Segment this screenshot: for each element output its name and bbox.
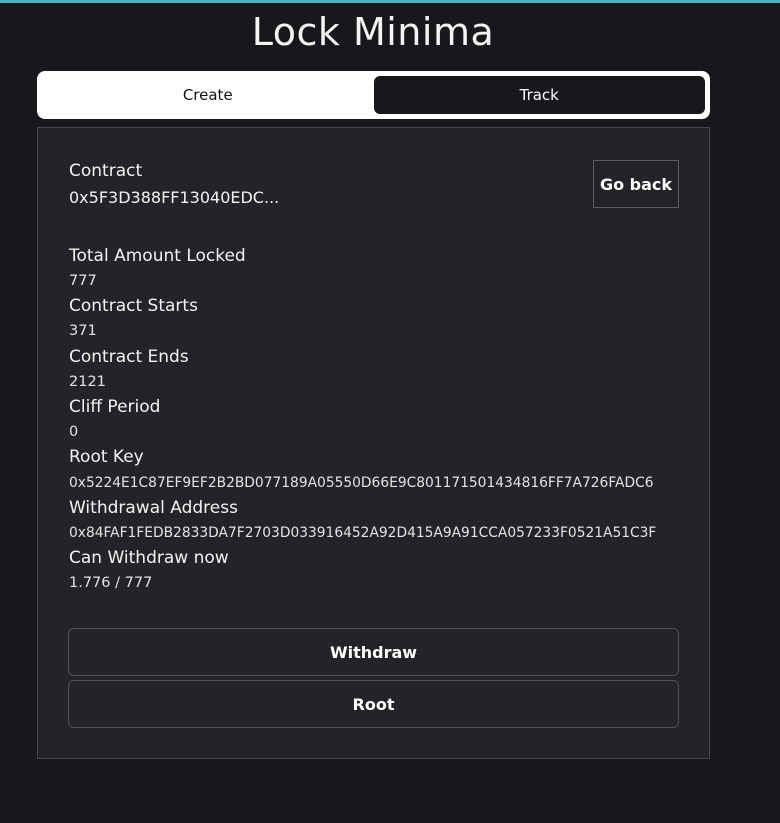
tab-create[interactable]: Create bbox=[42, 76, 374, 114]
root-key-value: 0x5224E1C87EF9EF2B2BD077189A05550D66E9C8… bbox=[69, 475, 654, 491]
contract-starts-label: Contract Starts bbox=[69, 296, 198, 316]
withdraw-button[interactable]: Withdraw bbox=[68, 628, 679, 676]
cliff-period-label: Cliff Period bbox=[69, 397, 161, 417]
mode-tabs: Create Track bbox=[37, 71, 710, 119]
can-withdraw-value: 1.776 / 777 bbox=[69, 575, 153, 591]
contract-ends-value: 2121 bbox=[69, 374, 106, 390]
root-button[interactable]: Root bbox=[68, 680, 679, 728]
top-accent-line bbox=[0, 0, 780, 3]
tab-track[interactable]: Track bbox=[373, 76, 705, 114]
contract-id: 0x5F3D388FF13040EDC... bbox=[69, 188, 280, 207]
contract-ends-label: Contract Ends bbox=[69, 347, 189, 367]
total-amount-label: Total Amount Locked bbox=[69, 246, 246, 266]
withdrawal-address-label: Withdrawal Address bbox=[69, 498, 238, 518]
total-amount-value: 777 bbox=[69, 273, 97, 289]
app-title: Lock Minima bbox=[251, 10, 495, 54]
go-back-button[interactable]: Go back bbox=[593, 160, 679, 208]
root-key-label: Root Key bbox=[69, 447, 144, 467]
cliff-period-value: 0 bbox=[69, 424, 79, 440]
contract-details-panel: Contract 0x5F3D388FF13040EDC... Go back … bbox=[37, 127, 710, 759]
contract-starts-value: 371 bbox=[69, 323, 97, 339]
contract-label: Contract bbox=[69, 161, 143, 181]
withdrawal-address-value: 0x84FAF1FEDB2833DA7F2703D033916452A92D41… bbox=[69, 525, 657, 541]
can-withdraw-label: Can Withdraw now bbox=[69, 548, 229, 568]
